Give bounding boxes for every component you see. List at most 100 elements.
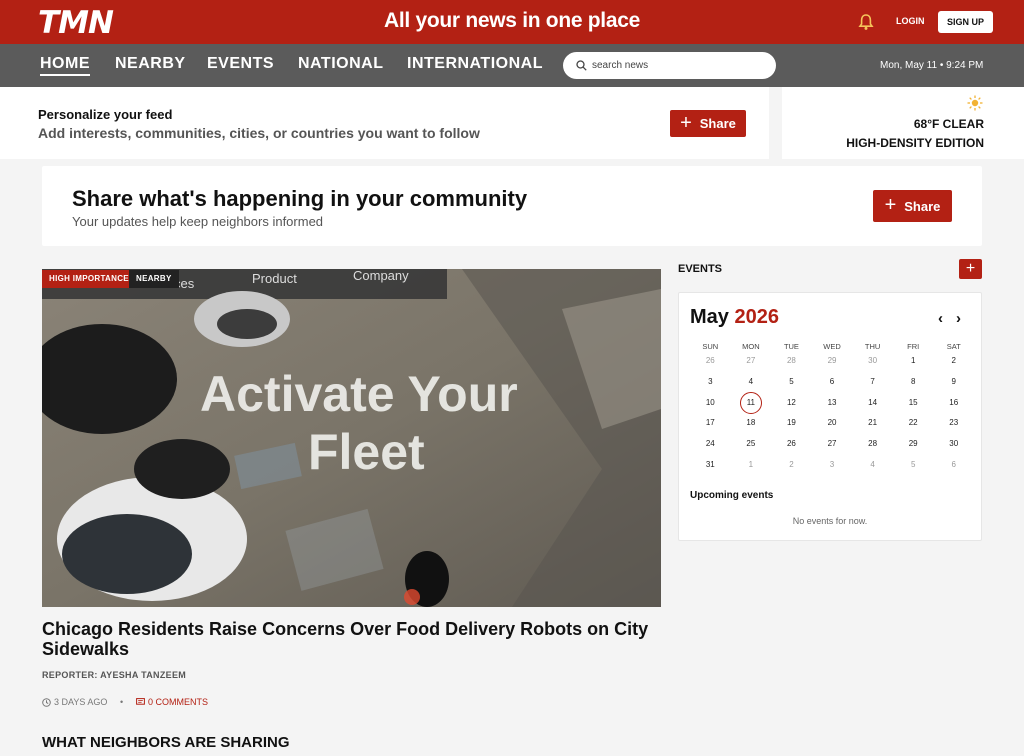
- clock-icon: [42, 698, 51, 707]
- calendar-weekday: SAT: [946, 342, 961, 351]
- calendar-day[interactable]: 22: [893, 413, 934, 434]
- calendar-day[interactable]: 7: [852, 372, 893, 393]
- calendar-day[interactable]: 31: [690, 455, 731, 476]
- calendar-next-icon[interactable]: ›: [956, 310, 961, 327]
- personalize-subtitle: Add interests, communities, cities, or c…: [38, 125, 480, 141]
- calendar-day[interactable]: 2: [771, 455, 812, 476]
- svg-text:Company: Company: [353, 269, 409, 283]
- calendar-day[interactable]: 17: [690, 413, 731, 434]
- calendar-day[interactable]: 25: [731, 434, 772, 455]
- calendar-day[interactable]: 21: [852, 413, 893, 434]
- featured-headline[interactable]: Chicago Residents Raise Concerns Over Fo…: [42, 619, 672, 659]
- featured-reporter: REPORTER: AYESHA TANZEEM: [42, 670, 187, 680]
- main-nav: HOME NEARBY EVENTS NATIONAL INTERNATIONA…: [0, 44, 1024, 87]
- nav-international[interactable]: INTERNATIONAL: [407, 55, 543, 73]
- calendar-day[interactable]: 3: [812, 455, 853, 476]
- meta-separator: •: [120, 697, 124, 707]
- calendar-day[interactable]: 26: [690, 351, 731, 372]
- top-bar: TMN All your news in one place LOGIN SIG…: [0, 0, 1024, 44]
- personalize-panel: Personalize your feed Add interests, com…: [0, 87, 769, 159]
- calendar-day[interactable]: 6: [812, 372, 853, 393]
- search-icon: [576, 60, 587, 71]
- personalize-share-label: Share: [699, 116, 736, 131]
- calendar-day[interactable]: 6: [933, 455, 974, 476]
- calendar-prev-icon[interactable]: ‹: [938, 310, 943, 327]
- calendar-day[interactable]: 2: [933, 351, 974, 372]
- nav-home[interactable]: HOME: [40, 55, 90, 76]
- sun-icon: [967, 95, 983, 111]
- calendar-day[interactable]: 3: [690, 372, 731, 393]
- calendar-week-row: 3456789: [690, 372, 974, 393]
- calendar-day[interactable]: 30: [852, 351, 893, 372]
- calendar-week-row: 31 1 2 3 4 5 6: [690, 455, 974, 476]
- no-events-message: No events for now.: [792, 516, 868, 526]
- calendar-day[interactable]: 1: [731, 455, 772, 476]
- calendar-day[interactable]: 20: [812, 413, 853, 434]
- calendar-day[interactable]: 5: [771, 372, 812, 393]
- calendar-day[interactable]: 18: [731, 413, 772, 434]
- calendar-day[interactable]: 30: [933, 434, 974, 455]
- featured-time-ago: 3 DAYS AGO: [54, 697, 108, 707]
- weather-temperature: 68°F CLEAR: [913, 117, 984, 131]
- svg-text:Fleet: Fleet: [308, 424, 425, 480]
- calendar-day[interactable]: 13: [812, 393, 853, 414]
- nav-nearby[interactable]: NEARBY: [115, 55, 186, 73]
- search-input[interactable]: [592, 57, 762, 74]
- featured-article-image[interactable]: ces Product Company Activate Your Fleet: [42, 269, 661, 607]
- calendar-day[interactable]: 28: [771, 351, 812, 372]
- plus-icon: +: [884, 194, 897, 216]
- nav-national[interactable]: NATIONAL: [298, 55, 383, 73]
- calendar-day[interactable]: 27: [812, 434, 853, 455]
- calendar-day[interactable]: 10: [690, 393, 731, 414]
- calendar-day[interactable]: 23: [933, 413, 974, 434]
- calendar-day[interactable]: 28: [852, 434, 893, 455]
- badge-nearby: NEARBY: [129, 270, 179, 288]
- calendar-day[interactable]: 26: [771, 434, 812, 455]
- calendar-day-today[interactable]: 11: [731, 391, 772, 414]
- community-share-subtitle: Your updates help keep neighbors informe…: [72, 214, 324, 229]
- calendar-year: 2026: [734, 306, 779, 328]
- notification-bell-icon[interactable]: [858, 13, 874, 31]
- calendar-day[interactable]: 24: [690, 434, 731, 455]
- calendar-week-row: 10 11 12 13 14 15 16: [690, 391, 974, 414]
- svg-text:Activate Your: Activate Your: [200, 366, 518, 422]
- search-box: [563, 52, 776, 79]
- signup-button[interactable]: SIGN UP: [938, 11, 993, 33]
- calendar-day[interactable]: 5: [893, 455, 934, 476]
- comments-icon: [136, 698, 145, 705]
- community-share-card: Share what's happening in your community…: [42, 166, 982, 246]
- today-marker: 11: [739, 391, 762, 414]
- calendar-day[interactable]: 19: [771, 413, 812, 434]
- community-share-label: Share: [904, 198, 941, 214]
- calendar-day[interactable]: 15: [893, 393, 934, 414]
- add-event-button[interactable]: +: [959, 259, 982, 279]
- login-link[interactable]: LOGIN: [896, 16, 925, 26]
- calendar-day[interactable]: 8: [893, 372, 934, 393]
- plus-icon: +: [680, 111, 692, 134]
- calendar-day[interactable]: 9: [933, 372, 974, 393]
- events-title: EVENTS: [678, 263, 723, 275]
- calendar-day[interactable]: 29: [812, 351, 853, 372]
- calendar-week-row: 17 18 19 20 21 22 23: [690, 413, 974, 434]
- personalize-title: Personalize your feed: [38, 107, 173, 122]
- calendar-week-row: 26 27 28 29 30 1 2: [690, 351, 974, 372]
- calendar-day[interactable]: 16: [933, 393, 974, 414]
- calendar-day[interactable]: 27: [731, 351, 772, 372]
- calendar-day[interactable]: 4: [731, 372, 772, 393]
- calendar-day[interactable]: 12: [771, 393, 812, 414]
- calendar-month: May: [690, 306, 729, 328]
- community-share-title: Share what's happening in your community: [72, 186, 528, 211]
- calendar-day[interactable]: 29: [893, 434, 934, 455]
- calendar-weekday: TUE: [783, 342, 799, 351]
- neighbors-section-title: WHAT NEIGHBORS ARE SHARING: [42, 734, 290, 751]
- nav-events[interactable]: EVENTS: [207, 55, 274, 73]
- calendar-grid: SUN MON TUE WED THU FRI SAT 26 27 28 29 30 1 2 3 4 5 6 7 8…: [690, 342, 974, 476]
- calendar-day[interactable]: 14: [852, 393, 893, 414]
- featured-comments-link[interactable]: 0 COMMENTS: [148, 697, 208, 707]
- calendar-weekday: SUN: [702, 342, 719, 351]
- community-share-button[interactable]: + Share: [873, 190, 952, 222]
- calendar-day[interactable]: 1: [893, 351, 934, 372]
- personalize-share-button[interactable]: + Share: [670, 110, 746, 137]
- calendar-weekday: MON: [742, 342, 760, 351]
- calendar-day[interactable]: 4: [852, 455, 893, 476]
